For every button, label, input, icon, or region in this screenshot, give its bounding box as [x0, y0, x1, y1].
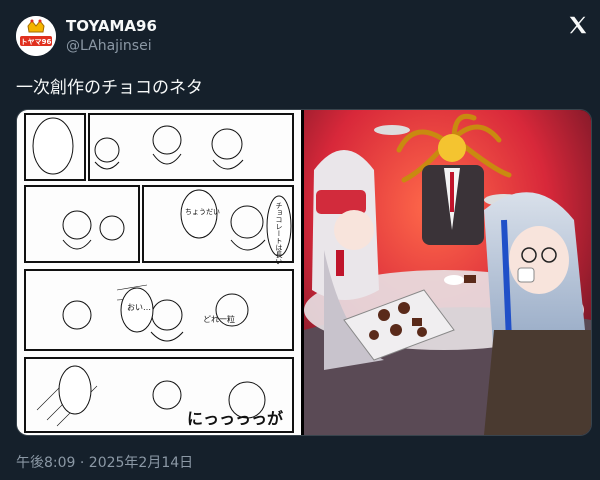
tweet-card: トヤマ96 TOYAMA96 @LAhajinsei 一次創作のチョコのネタ チ…: [0, 0, 600, 480]
x-logo-icon[interactable]: [567, 14, 589, 36]
manga-comic-page-image[interactable]: チョコレートは長い にっっっっが おい… ちょうだい どれ一粒: [17, 110, 301, 435]
manga-text-5: どれ一粒: [203, 314, 235, 324]
crowned-avatar-icon: トヤマ96: [16, 16, 56, 56]
tweet-timestamp[interactable]: 午後8:09 · 2025年2月14日: [16, 452, 193, 472]
manga-text-1: チョコレートは長い: [275, 202, 283, 265]
media-container[interactable]: チョコレートは長い にっっっっが おい… ちょうだい どれ一粒: [16, 109, 592, 436]
manga-text-4: ちょうだい: [185, 208, 220, 216]
avatar-text: トヤマ96: [21, 38, 52, 46]
author-avatar[interactable]: トヤマ96: [16, 16, 56, 56]
manga-text-3: おい…: [127, 303, 151, 312]
author-handle[interactable]: @LAhajinsei: [66, 38, 152, 54]
manga-text-2: にっっっっが: [187, 409, 283, 428]
chocolate-tea-party-illustration-image[interactable]: [304, 110, 591, 435]
author-name[interactable]: TOYAMA96: [66, 17, 157, 35]
tweet-text: 一次創作のチョコのネタ: [16, 78, 203, 98]
